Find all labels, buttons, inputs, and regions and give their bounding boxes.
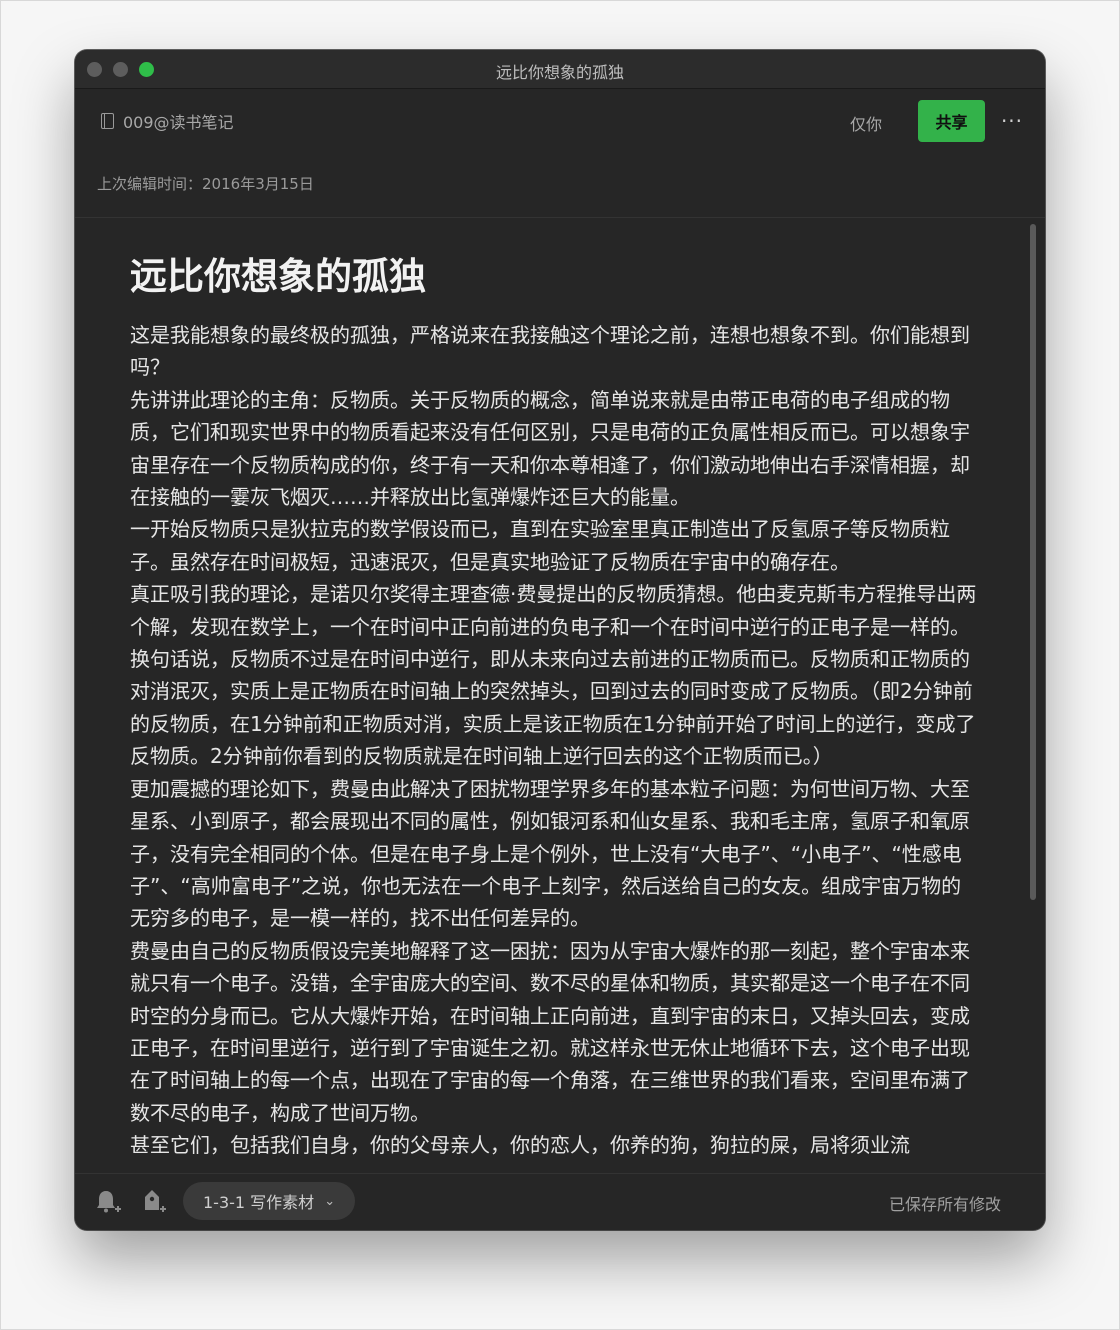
tag-selector[interactable]: 1-3-1 写作素材 ⌄ (183, 1182, 356, 1220)
note-paragraph[interactable]: 真正吸引我的理论，是诺贝尔奖得主理查德·费曼提出的反物质猜想。他由麦克斯韦方程推… (130, 578, 978, 772)
share-button[interactable]: 共享 (918, 100, 985, 142)
add-tag-icon[interactable] (141, 1188, 167, 1216)
note-editor[interactable]: 远比你想象的孤独 这是我能想象的最终极的孤独，严格说来在我接触这个理论之前，连想… (75, 218, 1045, 1174)
note-footer: 1-3-1 写作素材 ⌄ 已保存所有修改 (75, 1173, 1045, 1230)
save-status: 已保存所有修改 (888, 1195, 1001, 1214)
last-edited-label: 上次编辑时间： (97, 175, 203, 193)
vertical-scrollbar[interactable] (1030, 224, 1036, 900)
note-title[interactable]: 远比你想象的孤独 (130, 246, 426, 300)
note-paragraph[interactable]: 更加震撼的理论如下，费曼由此解决了困扰物理学界多年的基本粒子问题：为何世间万物、… (130, 773, 978, 935)
note-paragraph[interactable]: 先讲讲此理论的主角：反物质。关于反物质的概念，简单说来就是由带正电荷的电子组成的… (130, 384, 978, 514)
last-edited-info: 上次编辑时间：2016年3月15日 (97, 173, 314, 194)
title-bar: 远比你想象的孤独 (75, 50, 1045, 89)
note-paragraph[interactable]: 甚至它们，包括我们自身，你的父母亲人，你的恋人，你养的狗，狗拉的屎，局将须业流 (130, 1129, 978, 1161)
notebook-name: 009@读书笔记 (123, 113, 234, 132)
visibility-status[interactable]: 仅你 (850, 111, 882, 135)
tag-label: 1-3-1 写作素材 (203, 1193, 315, 1212)
chevron-down-icon: ⌄ (324, 1193, 336, 1209)
note-body[interactable]: 这是我能想象的最终极的孤独，严格说来在我接触这个理论之前，连想也想象不到。你们能… (130, 319, 978, 1162)
add-reminder-icon[interactable] (95, 1188, 121, 1216)
more-options-icon[interactable]: ··· (999, 103, 1025, 139)
note-paragraph[interactable]: 一开始反物质只是狄拉克的数学假设而已，直到在实验室里真正制造出了反氢原子等反物质… (130, 513, 978, 578)
note-header: 009@读书笔记 仅你 共享 ··· 上次编辑时间：2016年3月15日 (75, 89, 1045, 218)
window-title: 远比你想象的孤独 (495, 63, 624, 82)
note-paragraph[interactable]: 这是我能想象的最终极的孤独，严格说来在我接触这个理论之前，连想也想象不到。你们能… (130, 319, 978, 384)
note-window: 远比你想象的孤独 009@读书笔记 仅你 共享 ··· 上次编辑时间：2016年… (75, 50, 1045, 1230)
last-edited-date: 2016年3月15日 (202, 175, 314, 193)
notebook-selector[interactable]: 009@读书笔记 (101, 109, 234, 133)
note-paragraph[interactable]: 费曼由自己的反物质假设完美地解释了这一困扰：因为从宇宙大爆炸的那一刻起，整个宇宙… (130, 935, 978, 1129)
notebook-icon (101, 113, 114, 129)
